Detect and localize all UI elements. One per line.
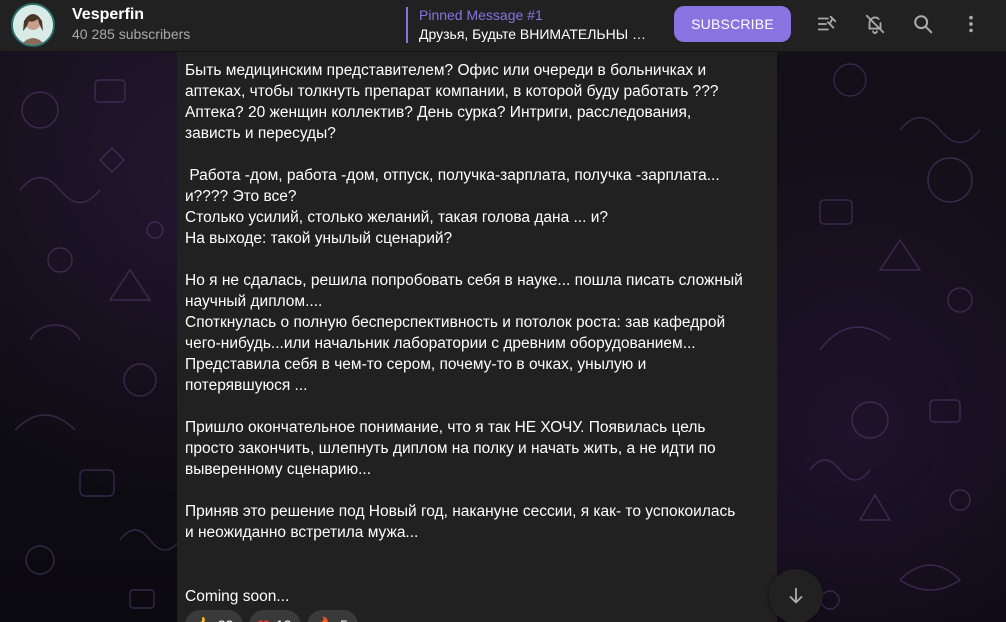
pinned-message-text: Друзья, Будьте ВНИМАТЕЛЬНЫ ! ... — [419, 26, 646, 42]
thumbs-up-icon: 👍 — [193, 616, 212, 622]
more-vertical-icon[interactable] — [959, 12, 983, 36]
avatar[interactable] — [11, 3, 55, 47]
reactions-bar: 👍 22 ❤ 12 🔥 5 — [185, 610, 358, 622]
pinned-message-title: Pinned Message #1 — [419, 7, 543, 23]
scroll-down-button[interactable] — [769, 569, 823, 622]
reaction-fire[interactable]: 🔥 5 — [307, 610, 358, 622]
reaction-count: 22 — [218, 617, 234, 622]
heart-icon: ❤ — [257, 616, 270, 622]
search-icon[interactable] — [911, 12, 935, 36]
mute-bell-icon[interactable] — [863, 12, 887, 36]
reaction-thumbs-up[interactable]: 👍 22 — [185, 610, 244, 622]
arrow-down-icon — [789, 587, 803, 604]
channel-name[interactable]: Vesperfin — [72, 6, 144, 24]
subscribe-button[interactable]: SUBSCRIBE — [674, 6, 791, 42]
subscriber-count: 40 285 subscribers — [72, 26, 191, 42]
reaction-count: 5 — [340, 617, 348, 622]
chat-header: Vesperfin 40 285 subscribers Pinned Mess… — [0, 0, 1006, 52]
message-footer-text: Coming soon... — [185, 588, 290, 605]
reaction-heart[interactable]: ❤ 12 — [249, 610, 302, 622]
pinned-list-icon[interactable] — [815, 12, 839, 36]
pinned-message[interactable]: Pinned Message #1 Друзья, Будьте ВНИМАТЕ… — [406, 7, 646, 43]
message-bubble: Быть медицинским представителем? Офис ил… — [177, 52, 777, 622]
fire-icon: 🔥 — [315, 616, 334, 622]
reaction-count: 12 — [276, 617, 292, 622]
message-text: Быть медицинским представителем? Офис ил… — [185, 62, 743, 541]
